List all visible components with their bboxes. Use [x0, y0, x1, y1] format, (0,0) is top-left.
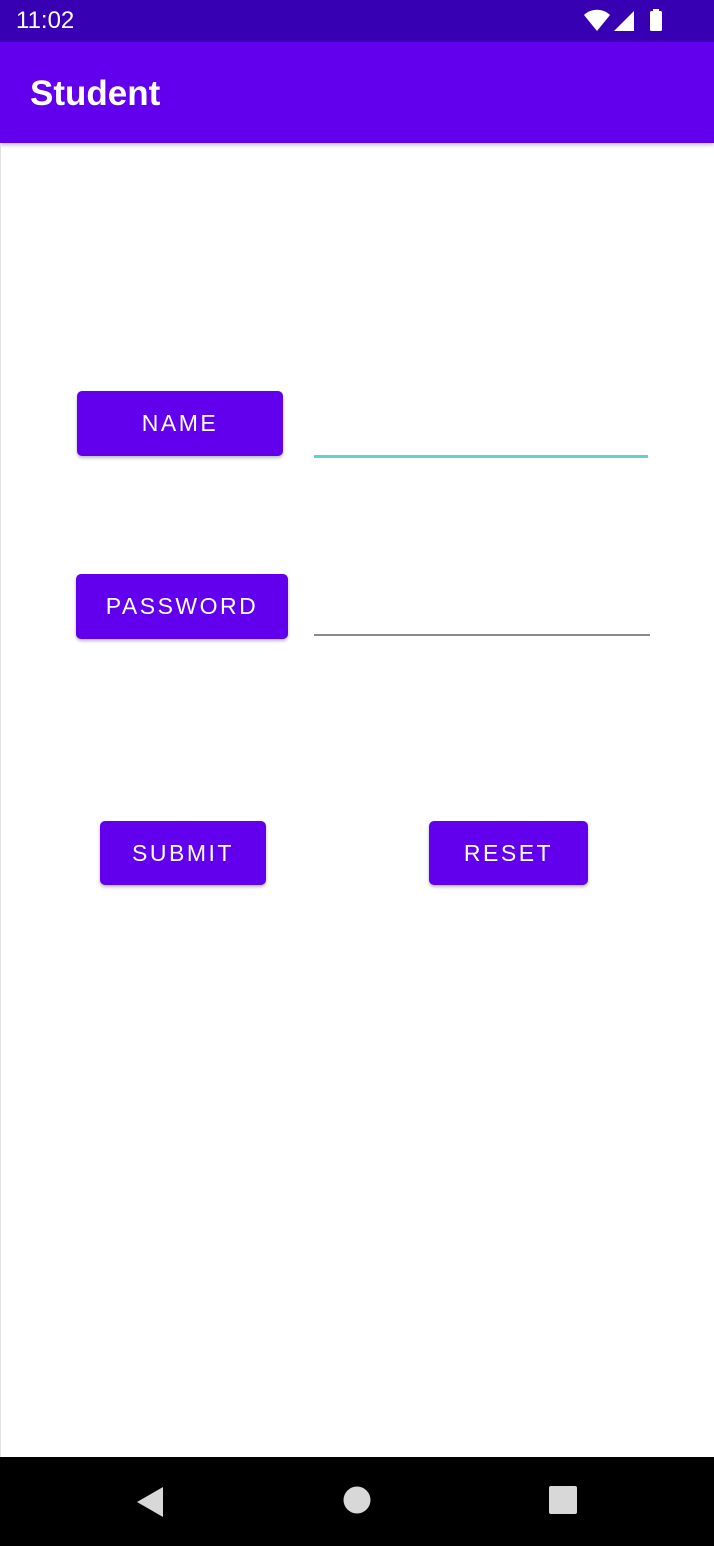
home-icon[interactable] — [339, 1484, 375, 1520]
name-input[interactable] — [314, 415, 648, 458]
submit-button[interactable]: SUBMIT — [100, 821, 266, 885]
app-bar: Student — [0, 42, 714, 143]
status-time: 11:02 — [16, 7, 75, 34]
battery-icon — [650, 9, 662, 31]
wifi-icon — [584, 9, 610, 31]
back-icon[interactable] — [133, 1484, 169, 1520]
recents-icon[interactable] — [545, 1484, 581, 1520]
status-bar: 11:02 — [0, 0, 714, 42]
navigation-bar — [0, 1457, 714, 1546]
form-content: NAME PASSWORD SUBMIT RESET — [0, 143, 714, 1457]
reset-button[interactable]: RESET — [429, 821, 588, 885]
app-title: Student — [30, 74, 161, 113]
password-button[interactable]: PASSWORD — [76, 574, 288, 639]
status-icons — [584, 9, 662, 31]
name-button[interactable]: NAME — [77, 391, 283, 456]
cellular-signal-icon — [614, 11, 634, 31]
password-input[interactable] — [314, 594, 650, 636]
